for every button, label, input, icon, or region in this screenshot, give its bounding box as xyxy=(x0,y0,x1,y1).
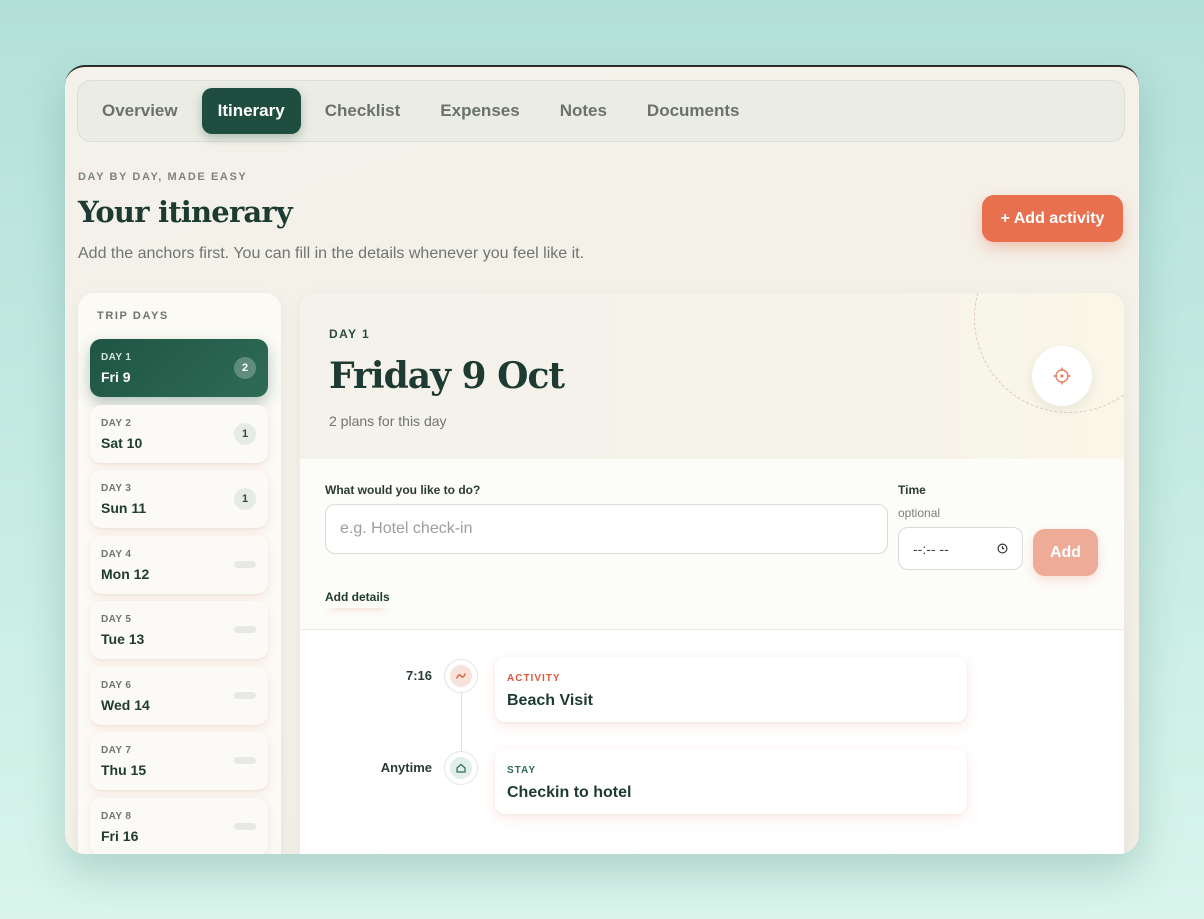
what-label: What would you like to do? xyxy=(325,483,481,497)
day-item-8[interactable]: DAY 8 Fri 16 xyxy=(90,798,268,854)
time-label: Time xyxy=(898,483,926,497)
day-header: DAY 1 Friday 9 Oct 2 plans for this day xyxy=(300,293,1124,459)
tab-expenses[interactable]: Expenses xyxy=(424,88,535,134)
plan-category: ACTIVITY xyxy=(507,673,561,684)
add-plan-button[interactable]: Add xyxy=(1033,529,1098,576)
tab-notes[interactable]: Notes xyxy=(544,88,623,134)
sparkle-icon xyxy=(456,673,466,679)
time-value: --:-- -- xyxy=(913,540,949,557)
day-item-2[interactable]: DAY 2 Sat 10 1 xyxy=(90,405,268,463)
locate-button[interactable] xyxy=(1032,346,1092,406)
day-date: Thu 15 xyxy=(101,762,147,778)
day-title: Friday 9 Oct xyxy=(329,355,565,397)
plan-count-badge: 2 xyxy=(234,357,256,379)
add-plan-form: What would you like to do? Time optional… xyxy=(300,459,1124,630)
home-icon xyxy=(456,763,466,773)
empty-count-indicator xyxy=(234,561,256,568)
day-plan-count: 2 plans for this day xyxy=(329,413,447,429)
tab-overview[interactable]: Overview xyxy=(86,88,194,134)
day-date: Fri 9 xyxy=(101,369,131,385)
day-date: Fri 16 xyxy=(101,828,139,844)
day-timeline: 7:16 ACTIVITY Beach Visit Anytime STAY C… xyxy=(300,631,1124,854)
plan-time: Anytime xyxy=(380,760,432,775)
day-label: DAY 6 xyxy=(101,680,132,691)
empty-count-indicator xyxy=(234,757,256,764)
time-input[interactable]: --:-- -- xyxy=(898,527,1023,570)
plan-count-badge: 1 xyxy=(234,488,256,510)
trip-days-sidebar: TRIP DAYS DAY 1 Fri 9 2 DAY 2 Sat 10 1 D… xyxy=(78,293,281,854)
day-date: Wed 14 xyxy=(101,697,150,713)
day-label: DAY 7 xyxy=(101,745,132,756)
empty-count-indicator xyxy=(234,626,256,633)
plan-card-2[interactable]: STAY Checkin to hotel xyxy=(495,749,967,814)
clock-icon xyxy=(997,543,1008,554)
add-activity-button[interactable]: + Add activity xyxy=(982,195,1123,242)
add-details-link[interactable]: Add details xyxy=(325,590,390,608)
day-label: DAY 3 xyxy=(101,483,132,494)
day-label: DAY 4 xyxy=(101,549,132,560)
day-date: Tue 13 xyxy=(101,631,145,647)
plan-title: Checkin to hotel xyxy=(507,784,632,801)
day-item-4[interactable]: DAY 4 Mon 12 xyxy=(90,536,268,594)
tab-checklist[interactable]: Checklist xyxy=(309,88,417,134)
day-label: DAY 5 xyxy=(101,614,132,625)
plan-time: 7:16 xyxy=(405,668,432,683)
day-detail-panel: DAY 1 Friday 9 Oct 2 plans for this day … xyxy=(300,293,1124,854)
empty-count-indicator xyxy=(234,823,256,830)
activity-input[interactable] xyxy=(325,504,888,554)
day-date: Sun 11 xyxy=(101,500,147,516)
page-eyebrow: DAY BY DAY, MADE EASY xyxy=(78,171,248,183)
tab-itinerary[interactable]: Itinerary xyxy=(201,88,301,134)
plan-count-badge: 1 xyxy=(234,423,256,445)
tab-bar: Overview Itinerary Checklist Expenses No… xyxy=(77,80,1125,142)
tab-documents[interactable]: Documents xyxy=(631,88,756,134)
day-kicker: DAY 1 xyxy=(329,327,371,341)
day-item-1[interactable]: DAY 1 Fri 9 2 xyxy=(90,339,268,397)
timeline-marker xyxy=(444,659,478,693)
app-window: Overview Itinerary Checklist Expenses No… xyxy=(65,65,1139,854)
day-item-6[interactable]: DAY 6 Wed 14 xyxy=(90,667,268,725)
day-date: Mon 12 xyxy=(101,566,150,582)
day-date: Sat 10 xyxy=(101,435,143,451)
day-item-7[interactable]: DAY 7 Thu 15 xyxy=(90,732,268,790)
plan-title: Beach Visit xyxy=(507,692,593,709)
crosshair-icon xyxy=(1053,367,1071,385)
day-label: DAY 2 xyxy=(101,418,132,429)
timeline-marker xyxy=(444,751,478,785)
page-title: Your itinerary xyxy=(78,195,293,229)
plan-card-1[interactable]: ACTIVITY Beach Visit xyxy=(495,657,967,722)
plan-category: STAY xyxy=(507,765,537,776)
day-label: DAY 1 xyxy=(101,352,132,363)
time-optional-hint: optional xyxy=(898,506,941,520)
empty-count-indicator xyxy=(234,692,256,699)
sidebar-heading: TRIP DAYS xyxy=(97,310,169,322)
day-item-5[interactable]: DAY 5 Tue 13 xyxy=(90,601,268,659)
day-label: DAY 8 xyxy=(101,811,132,822)
day-item-3[interactable]: DAY 3 Sun 11 1 xyxy=(90,470,268,528)
page-subtitle: Add the anchors first. You can fill in t… xyxy=(78,245,585,262)
